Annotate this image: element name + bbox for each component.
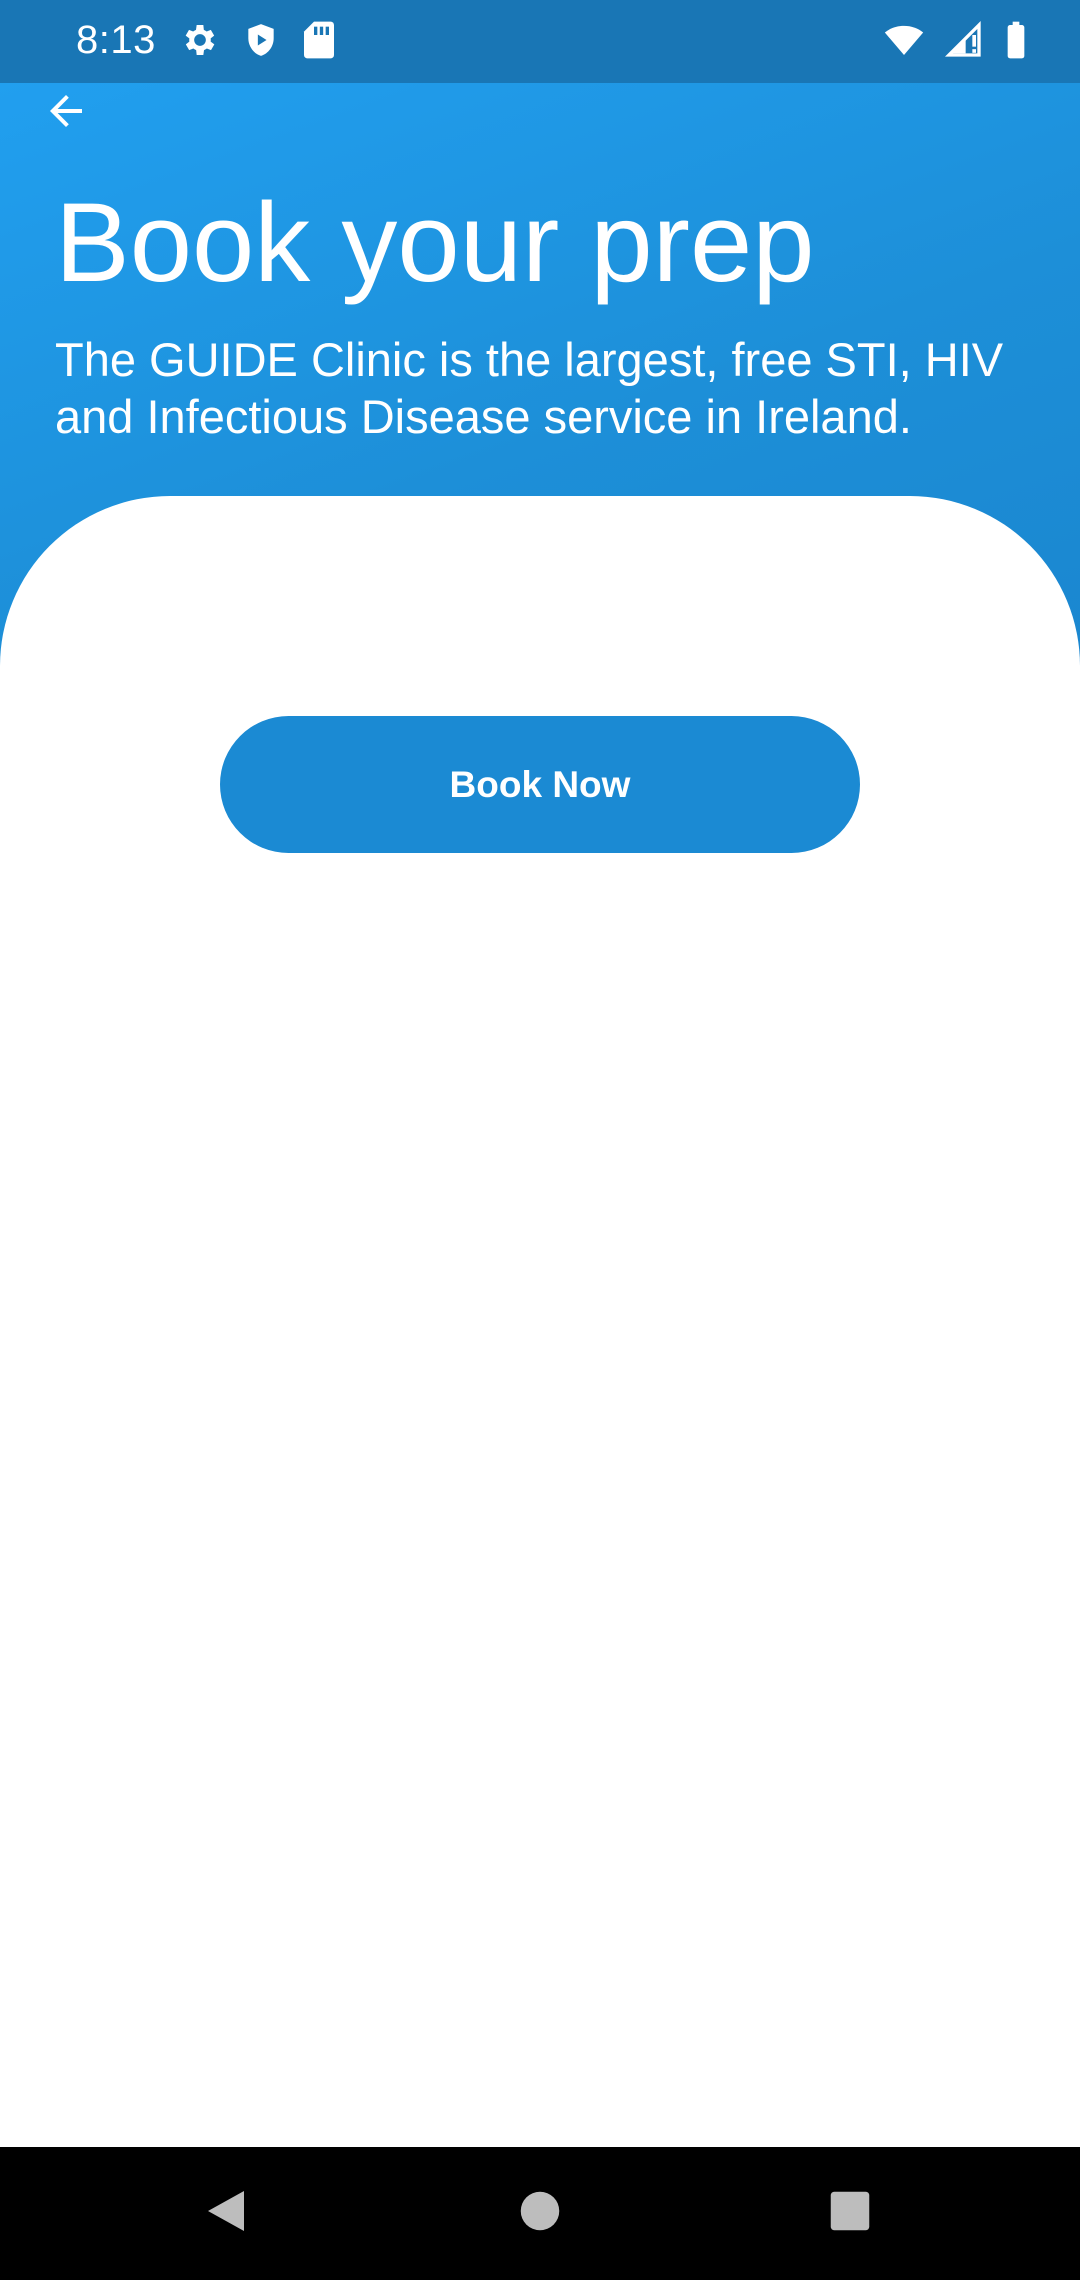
arrow-back-icon <box>42 87 90 140</box>
home-circle-icon <box>519 2190 561 2237</box>
status-bar: 8:13 <box>0 0 1080 83</box>
play-protect-icon <box>242 20 280 60</box>
signal-icon <box>944 20 984 60</box>
back-button[interactable] <box>36 83 96 143</box>
status-right-icons <box>884 20 1028 60</box>
page-title: Book your prep <box>55 180 815 305</box>
back-triangle-icon <box>204 2187 248 2240</box>
wifi-icon <box>884 20 924 60</box>
book-now-button[interactable]: Book Now <box>220 716 860 853</box>
status-left-icons <box>180 20 336 60</box>
status-time: 8:13 <box>76 18 156 62</box>
recents-square-icon <box>829 2190 871 2237</box>
sd-card-icon <box>302 20 336 60</box>
nav-home-button[interactable] <box>470 2147 610 2280</box>
battery-icon <box>1004 20 1028 60</box>
settings-icon <box>180 20 220 60</box>
page-subtitle: The GUIDE Clinic is the largest, free ST… <box>55 333 1004 443</box>
screen: 8:13 Book your prep The GUIDE Clinic is … <box>0 0 1080 2280</box>
nav-back-button[interactable] <box>156 2147 296 2280</box>
navigation-bar <box>0 2147 1080 2280</box>
nav-recents-button[interactable] <box>780 2147 920 2280</box>
